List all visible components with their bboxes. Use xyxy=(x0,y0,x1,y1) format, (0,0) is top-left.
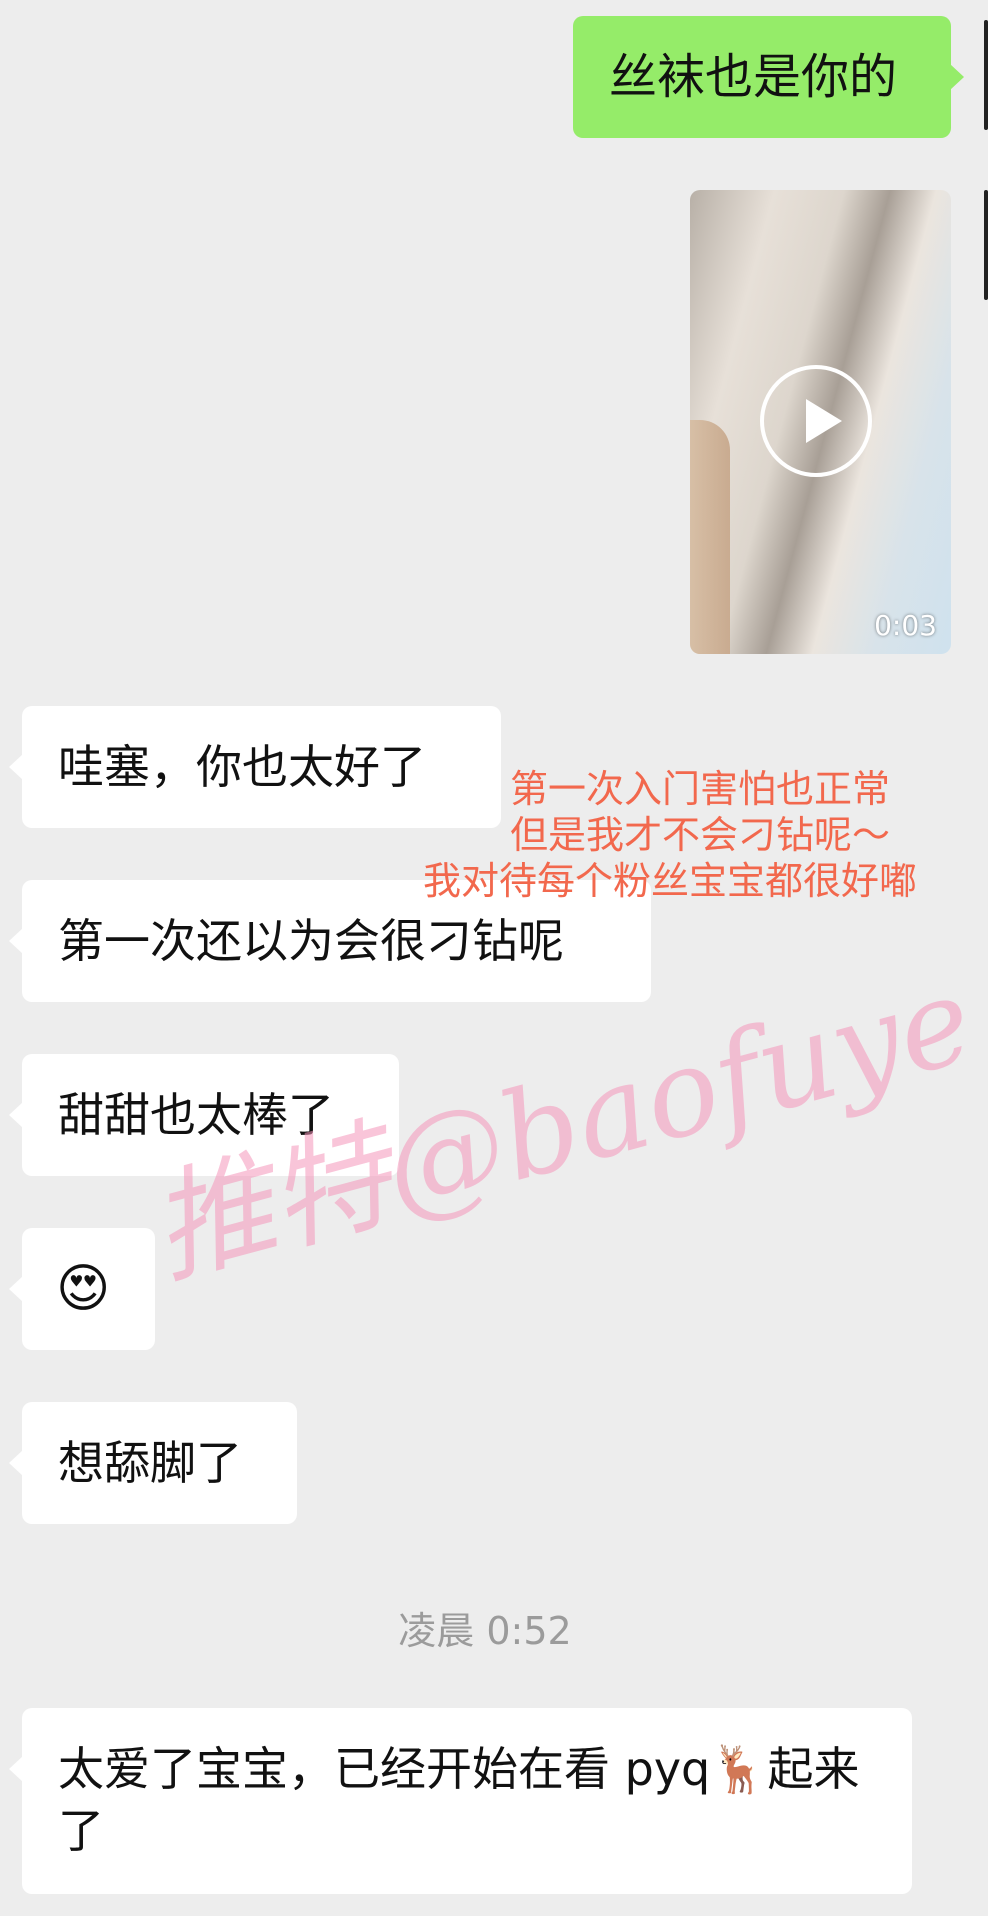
message-timestamp: 凌晨 0:52 xyxy=(398,1609,572,1653)
avatar[interactable] xyxy=(984,190,988,300)
message-text: 甜甜也太棒了 xyxy=(58,1088,334,1142)
message-text: 丝袜也是你的 xyxy=(609,49,898,105)
message-text: 想舔脚了 xyxy=(58,1436,242,1490)
overlay-line: 我对待每个粉丝宝宝都很好嘟 xyxy=(422,859,917,903)
video-duration: 0:03 xyxy=(874,609,937,642)
message-bubble-received[interactable]: 想舔脚了 xyxy=(9,1402,297,1524)
message-text: 太爱了宝宝，已经开始在看 pyq🦌起来了 xyxy=(58,1742,860,1858)
message-bubble-received[interactable]: 甜甜也太棒了 xyxy=(9,1054,399,1176)
message-bubble-sent[interactable]: 丝袜也是你的 xyxy=(573,16,964,138)
heart-eyes-emoji-icon: 😍 xyxy=(56,1259,111,1319)
video-message[interactable]: 0:03 xyxy=(690,190,951,654)
message-bubble-received[interactable]: 😍 xyxy=(9,1228,155,1350)
video-thumbnail-detail xyxy=(690,420,730,654)
message-bubble-received[interactable]: 太爱了宝宝，已经开始在看 pyq🦌起来了 xyxy=(9,1708,912,1894)
message-text: 哇塞，你也太好了 xyxy=(58,740,426,794)
overlay-line: 但是我才不会刁钻呢～ xyxy=(509,813,890,857)
avatar[interactable] xyxy=(984,20,988,130)
play-icon[interactable] xyxy=(760,365,872,477)
overlay-line: 第一次入门害怕也正常 xyxy=(509,767,890,811)
overlay-annotation: 第一次入门害怕也正常 但是我才不会刁钻呢～ 我对待每个粉丝宝宝都很好嘟 xyxy=(412,766,988,904)
message-text: 第一次还以为会很刁钻呢 xyxy=(58,914,564,968)
